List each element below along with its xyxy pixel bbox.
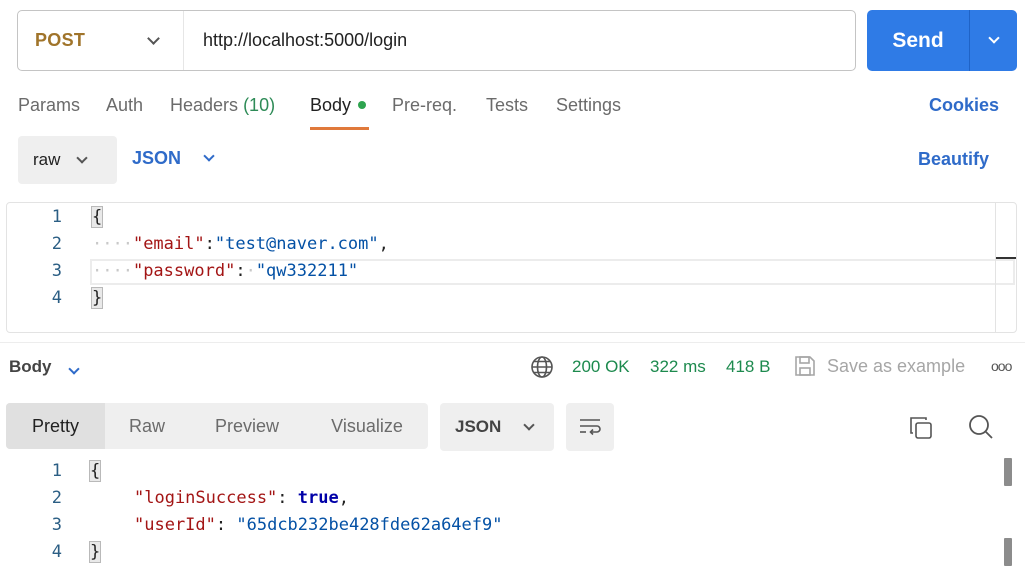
response-section-toggle[interactable] [68,360,80,378]
save-icon [795,356,815,376]
chevron-down-icon [203,150,215,162]
json-comma: , [378,234,389,254]
wrap-icon [580,419,601,436]
open-brace: { [88,460,102,482]
body-mode-select[interactable]: raw [18,136,117,184]
chevron-down-icon [987,32,1000,44]
line-number: 2 [51,234,62,254]
close-brace: } [90,287,104,309]
json-colon: : [204,234,215,254]
copy-icon[interactable] [908,415,934,441]
json-colon: : [277,488,298,508]
response-scroll-thumb[interactable] [1004,538,1012,566]
method-select[interactable]: POST [18,11,184,70]
send-button[interactable]: Send [867,10,969,71]
tab-prereq[interactable]: Pre-req. [392,95,457,116]
view-tab-raw[interactable]: Raw [109,403,185,449]
save-as-example-button[interactable]: Save as example [827,356,965,377]
send-button-group: Send [867,10,1017,71]
body-indicator-dot [358,101,367,109]
line-number: 3 [51,261,62,281]
beautify-button[interactable]: Beautify [918,149,989,170]
globe-icon[interactable] [530,355,554,379]
json-string: "test@naver.com" [214,234,379,254]
close-brace: } [88,541,102,563]
url-bar: POST http://localhost:5000/login [17,10,856,71]
json-key: "loginSuccess" [134,488,278,508]
response-scroll-thumb[interactable] [1004,458,1012,486]
code-line: } [90,287,104,309]
json-boolean: true [297,488,339,508]
chevron-down-icon [68,363,80,375]
tab-headers-label: Headers [170,95,239,115]
code-line: "userId": "65dcb232be428fde62a64ef9" [134,515,502,535]
tab-headers[interactable]: Headers (10) [170,95,275,116]
json-comma: , [338,488,349,508]
json-colon: : [235,261,246,281]
view-tab-pretty[interactable]: Pretty [6,403,105,449]
request-scroll-thumb[interactable] [996,257,1016,259]
more-icon[interactable]: ooo [991,358,1012,374]
method-label: POST [35,30,86,50]
active-tab-indicator [310,127,369,130]
json-key: "password" [132,261,236,281]
line-number: 2 [51,488,62,508]
response-status[interactable]: 200 OK [572,357,630,377]
json-key: "email" [132,234,205,254]
indent-whitespace: ···· [92,261,133,281]
json-key: "userId" [134,515,216,535]
body-mode-label: raw [33,150,61,169]
response-time[interactable]: 322 ms [650,357,706,377]
chevron-down-icon [523,418,535,431]
response-language-label: JSON [455,417,502,436]
indent-whitespace: ···· [92,234,133,254]
tab-auth[interactable]: Auth [106,95,143,116]
line-number: 4 [51,288,62,308]
json-string: "65dcb232be428fde62a64ef9" [236,515,503,535]
search-icon[interactable] [967,413,995,441]
tab-body-label: Body [310,95,352,115]
cookies-link[interactable]: Cookies [929,95,999,116]
line-number: 1 [51,461,62,481]
code-line: { [88,460,102,482]
code-line: } [88,541,102,563]
tab-settings[interactable]: Settings [556,95,621,116]
space-whitespace: · [245,261,256,281]
response-body-label[interactable]: Body [9,357,52,377]
code-line: "loginSuccess": true, [134,488,349,508]
json-colon: : [215,515,237,535]
tab-body[interactable]: Body [310,95,367,116]
open-brace: { [90,206,104,228]
request-editor-scrollbar[interactable] [995,202,1017,333]
section-divider [0,342,1025,343]
line-number: 1 [51,207,62,227]
code-line: { [90,206,104,228]
chevron-down-icon [147,31,160,45]
view-tab-preview[interactable]: Preview [196,403,298,449]
tab-tests[interactable]: Tests [486,95,528,116]
response-size[interactable]: 418 B [726,357,770,377]
chevron-down-icon [76,151,89,164]
body-language-select[interactable]: JSON [132,148,215,169]
send-options-button[interactable] [969,10,1017,71]
headers-count: (10) [243,95,276,115]
response-language-select[interactable]: JSON [440,403,554,451]
url-input[interactable]: http://localhost:5000/login [184,30,407,51]
line-number: 4 [51,542,62,562]
body-language-label: JSON [132,148,182,168]
wrap-lines-button[interactable] [566,403,614,451]
tab-params[interactable]: Params [18,95,80,116]
json-string: "qw332211" [255,261,359,281]
line-number: 3 [51,515,62,535]
code-line: ····"password":·"qw332211" [92,261,358,281]
view-tab-visualize[interactable]: Visualize [312,403,422,449]
code-line: ····"email":"test@naver.com", [92,234,389,254]
